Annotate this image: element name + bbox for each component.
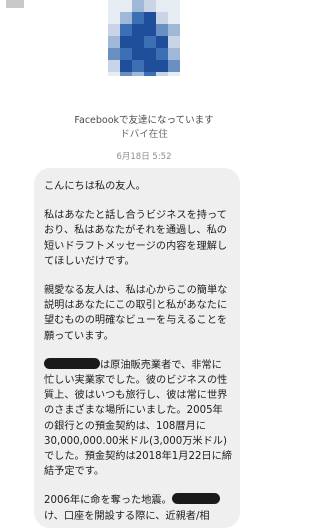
message-paragraph-2: 私はあなたと話し合うビジネスを持っており、私はあなたがそれを通過し、私の短いドラ… (44, 210, 228, 267)
avatar-pixel (132, 60, 144, 72)
location-text: ドバイ在住 (120, 129, 168, 140)
message-paragraph-4: は原油販売業者で、非常に忙しい実業家でした。彼のビジネスの性質上、彼はいつも旅行… (44, 357, 232, 480)
avatar-pixel (132, 48, 144, 60)
previous-photo-thumbnail (6, 0, 24, 8)
avatar-pixel (144, 60, 156, 72)
avatar-pixel (168, 24, 180, 36)
avatar-pixel (132, 72, 144, 76)
avatar-pixel (132, 0, 144, 12)
avatar-pixel (132, 12, 144, 24)
avatar-pixel (108, 24, 120, 36)
avatar-pixel (168, 36, 180, 48)
paragraph-5-cut-text: け、口座を開設する際に、近親者/相 (44, 510, 210, 522)
avatar-pixel (168, 0, 180, 12)
avatar-pixel (132, 36, 144, 48)
message-bubble[interactable]: こんにちは私の友人。 私はあなたと話し合うビジネスを持っており、私はあなたがそれ… (34, 168, 240, 528)
avatar-pixel (168, 48, 180, 60)
avatar-pixel (156, 72, 168, 76)
avatar-pixel (144, 0, 156, 12)
message-paragraph-5: 2006年に命を奪った地震。け、口座を開設する際に、近親者/相 (44, 493, 232, 523)
avatar-pixel (144, 12, 156, 24)
avatar-pixel (108, 12, 120, 24)
avatar-pixel (144, 48, 156, 60)
avatar-pixel (156, 0, 168, 12)
avatar-pixel (156, 36, 168, 48)
avatar-pixel (168, 60, 180, 72)
message-timestamp: 6月18日 5:52 (116, 152, 172, 162)
avatar-pixel (120, 48, 132, 60)
paragraph-5-text: 2006年に命を奪った地震。 (44, 495, 172, 507)
redacted-name (44, 357, 100, 369)
avatar-pixel (168, 12, 180, 24)
avatar-pixel (108, 0, 120, 12)
avatar-pixel (156, 12, 168, 24)
avatar-pixel (144, 24, 156, 36)
message-paragraph-3: 親愛なる友人は、私は心からこの簡単な説明はあなたにこの取引と私があなたに望むもの… (44, 285, 228, 342)
avatar-pixel (156, 60, 168, 72)
avatar-pixel (120, 36, 132, 48)
avatar-pixel (168, 72, 180, 76)
avatar-pixel (156, 24, 168, 36)
avatar-pixel (120, 0, 132, 12)
avatar-pixel (120, 60, 132, 72)
paragraph-4-text: は原油販売業者で、非常に忙しい実業家でした。彼のビジネスの性質上、彼はいつも旅行… (44, 359, 232, 478)
avatar-pixel (156, 48, 168, 60)
message-paragraph-1: こんにちは私の友人。 (44, 181, 146, 192)
avatar-pixel (108, 72, 120, 76)
avatar-pixel (132, 24, 144, 36)
avatar-pixel (108, 36, 120, 48)
redacted-text (171, 493, 220, 505)
avatar-pixel (108, 60, 120, 72)
friend-status-text: Facebookで友達になっています (74, 115, 214, 126)
avatar-pixel (108, 48, 120, 60)
avatar-pixel (144, 72, 156, 76)
profile-avatar-pixelated[interactable] (108, 0, 180, 76)
avatar-pixel (144, 36, 156, 48)
avatar-pixel (120, 12, 132, 24)
avatar-pixel (120, 24, 132, 36)
avatar-pixel (120, 72, 132, 76)
